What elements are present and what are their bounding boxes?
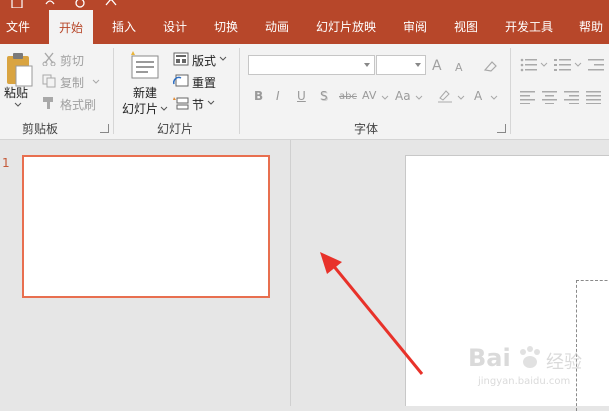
new-slide-icon[interactable] [128, 50, 160, 82]
chevron-down-icon [364, 63, 370, 67]
tab-transitions[interactable]: 切换 [214, 10, 238, 44]
align-right-icon[interactable] [564, 90, 580, 104]
italic-button[interactable]: I [276, 89, 280, 103]
save-icon[interactable] [10, 0, 24, 8]
align-center-icon[interactable] [542, 90, 558, 104]
annotation-arrow-icon [320, 252, 424, 375]
paste-button[interactable]: 粘贴 [4, 84, 28, 101]
bullets-icon[interactable] [520, 58, 538, 72]
shadow-button[interactable]: S [320, 89, 328, 103]
align-left-icon[interactable] [520, 90, 536, 104]
underline-button[interactable]: U [297, 89, 306, 103]
font-name-combo[interactable] [248, 55, 375, 75]
paste-icon[interactable] [4, 52, 34, 88]
paste-dropdown-icon[interactable] [14, 102, 22, 108]
font-color-dropdown-icon[interactable] [490, 95, 498, 101]
group-separator [113, 48, 114, 134]
spacing-dropdown-icon[interactable] [381, 95, 389, 101]
tab-design[interactable]: 设计 [163, 10, 187, 44]
layout-button[interactable]: 版式 [192, 52, 216, 69]
watermark-url: jingyan.baidu.com [478, 376, 571, 387]
copy-icon[interactable] [42, 74, 56, 88]
format-painter-button[interactable]: 格式刷 [60, 96, 96, 113]
highlight-color-icon[interactable] [436, 88, 454, 104]
highlight-dropdown-icon[interactable] [457, 95, 465, 101]
slide-thumbnail[interactable] [22, 155, 270, 298]
tab-insert[interactable]: 插入 [112, 10, 136, 44]
reset-button[interactable]: 重置 [192, 74, 216, 91]
watermark: Bai 经验 jingyan.baidu.com [468, 340, 609, 406]
tab-home[interactable]: 开始 [49, 10, 94, 45]
paw-icon [520, 346, 540, 368]
justify-icon[interactable] [586, 90, 602, 104]
character-spacing-button[interactable]: AV [362, 89, 376, 102]
bullets-dropdown-icon[interactable] [540, 62, 548, 68]
tab-help[interactable]: 帮助 [579, 10, 603, 44]
watermark-brand: Bai [468, 344, 511, 372]
slide-number: 1 [2, 156, 10, 170]
copy-dropdown-icon[interactable] [92, 79, 100, 85]
tab-animations[interactable]: 动画 [265, 10, 289, 44]
layout-icon[interactable] [173, 52, 189, 66]
strikethrough-button[interactable]: abc [339, 91, 357, 102]
group-separator [239, 48, 240, 134]
font-color-button[interactable]: A [474, 89, 482, 103]
slides-group-label: 幻灯片 [157, 122, 194, 136]
section-dropdown-icon[interactable] [207, 100, 215, 106]
section-button[interactable]: 节 [192, 96, 204, 113]
watermark-brand-cn: 经验 [546, 352, 582, 373]
new-slide-button[interactable]: 新建 [133, 84, 157, 101]
change-case-button[interactable]: Aa [395, 89, 411, 103]
tab-view[interactable]: 视图 [454, 10, 478, 44]
title-bar [0, 0, 609, 10]
reset-icon[interactable] [173, 74, 189, 88]
new-slide-dropdown-icon[interactable] [160, 106, 168, 112]
clipboard-group-label: 剪贴板 [22, 122, 59, 136]
ribbon: 粘贴 剪切 复制 格式刷 剪贴板 新建 幻灯片 版式 重置 节 幻灯片 A A … [0, 44, 609, 140]
numbering-dropdown-icon[interactable] [574, 62, 582, 68]
bold-button[interactable]: B [254, 89, 263, 103]
shrink-font-button[interactable]: A [455, 61, 463, 74]
tab-developer[interactable]: 开发工具 [505, 10, 553, 44]
copy-button[interactable]: 复制 [60, 74, 84, 91]
group-separator [510, 48, 511, 134]
pane-splitter[interactable] [290, 140, 291, 406]
font-group-label: 字体 [354, 122, 379, 136]
ribbon-tab-bar: 文件 开始 插入 设计 切换 动画 幻灯片放映 审阅 视图 开发工具 帮助 [0, 10, 609, 45]
format-painter-icon[interactable] [42, 96, 56, 110]
clipboard-launcher-icon[interactable] [100, 124, 109, 133]
tab-review[interactable]: 审阅 [403, 10, 427, 44]
section-icon[interactable] [173, 96, 189, 110]
clear-formatting-icon[interactable] [482, 58, 498, 74]
chevron-down-icon [415, 63, 421, 67]
layout-dropdown-icon[interactable] [219, 56, 227, 62]
font-launcher-icon[interactable] [497, 124, 506, 133]
numbering-icon[interactable] [554, 58, 572, 72]
grow-font-button[interactable]: A [432, 58, 442, 74]
decrease-indent-icon[interactable] [588, 58, 606, 72]
cut-button[interactable]: 剪切 [60, 52, 84, 69]
redo-icon[interactable] [74, 0, 86, 8]
tab-file[interactable]: 文件 [6, 10, 30, 44]
cut-icon[interactable] [42, 52, 56, 66]
font-size-combo[interactable] [376, 55, 426, 75]
undo-icon[interactable] [44, 0, 56, 8]
customize-qat-icon[interactable] [104, 0, 118, 8]
new-slide-button-label[interactable]: 幻灯片 [122, 100, 158, 117]
tab-slideshow[interactable]: 幻灯片放映 [316, 10, 376, 44]
case-dropdown-icon[interactable] [415, 95, 423, 101]
